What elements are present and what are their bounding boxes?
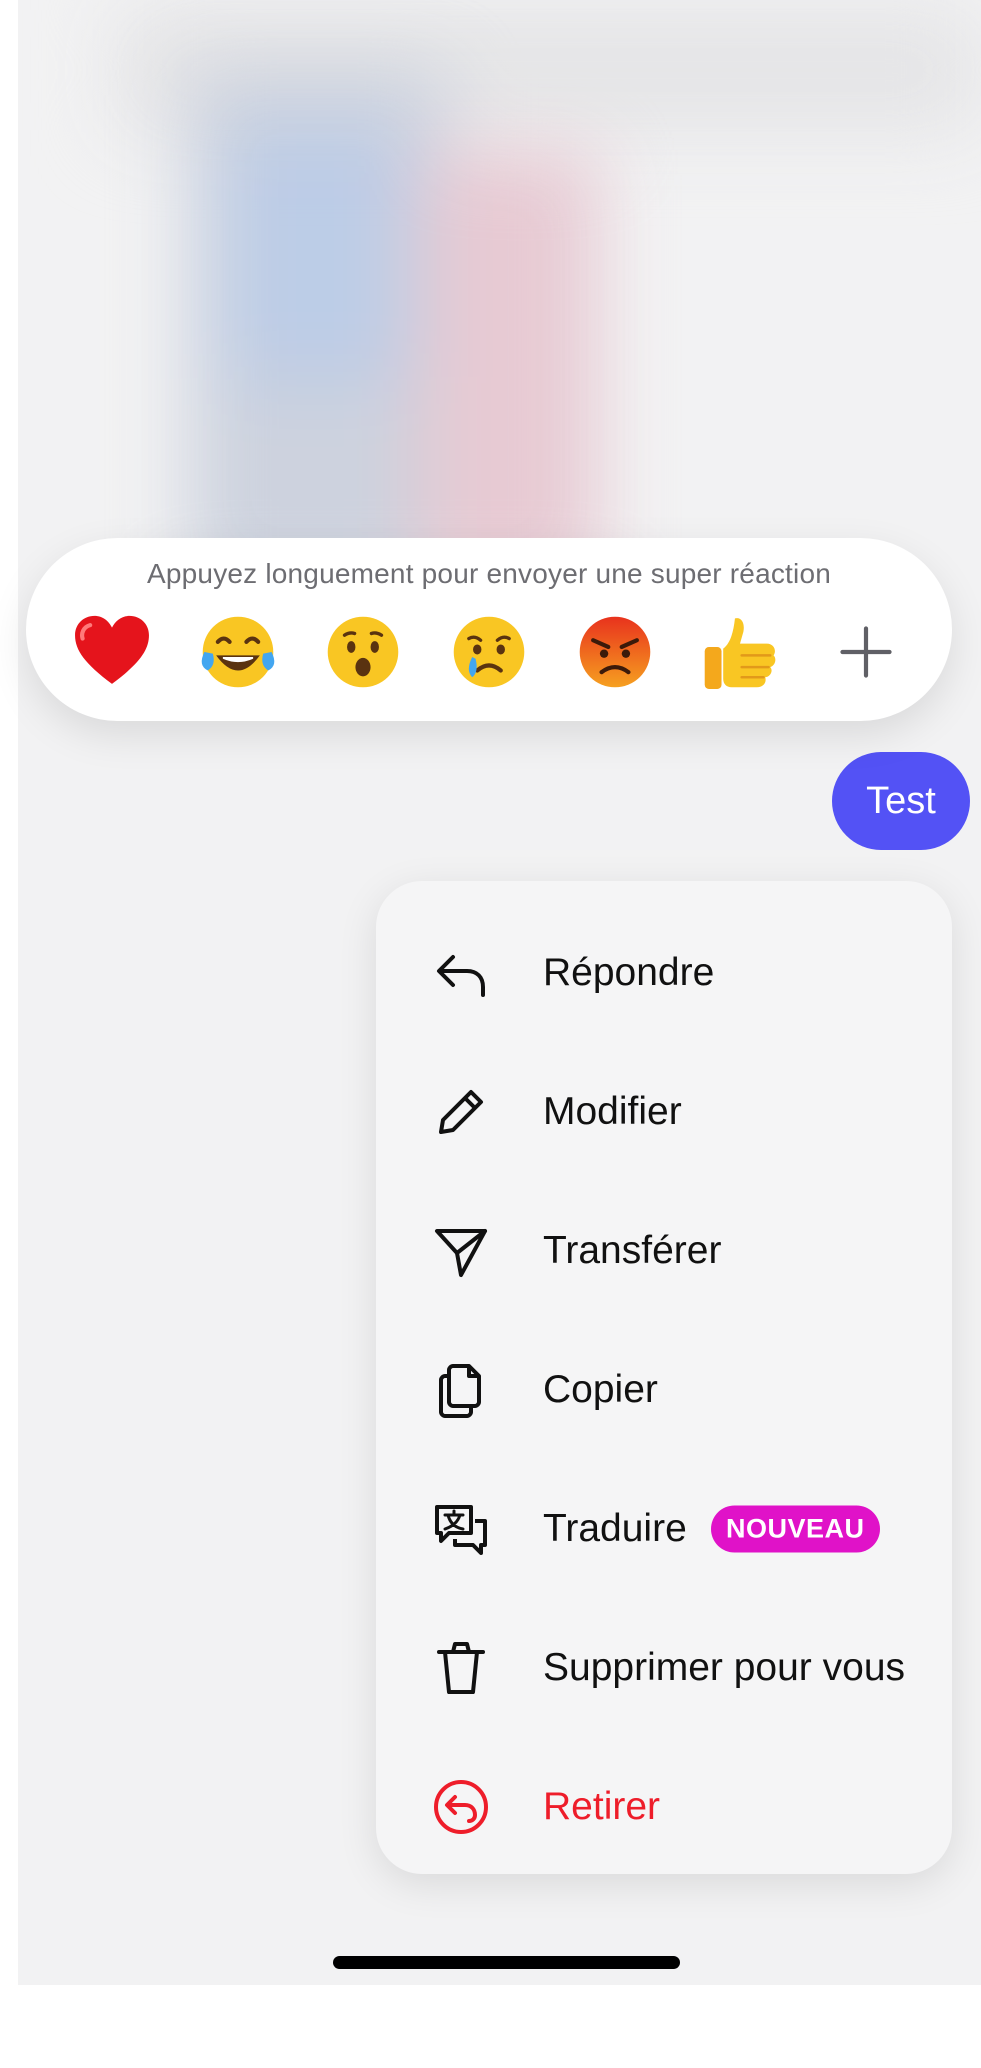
menu-item-label: Retirer (543, 1784, 661, 1828)
menu-item-label: Répondre (543, 950, 715, 994)
message-text: Test (866, 779, 936, 822)
home-indicator (333, 1956, 680, 1969)
crying-face-icon[interactable] (443, 606, 535, 698)
menu-item-delete-for-you[interactable]: Supprimer pour vous (376, 1598, 952, 1737)
translate-icon (431, 1499, 491, 1559)
send-icon (431, 1221, 491, 1281)
pencil-icon (431, 1082, 491, 1142)
menu-item-edit[interactable]: Modifier (376, 1042, 952, 1181)
reply-icon (431, 943, 491, 1003)
message-bubble[interactable]: Test (832, 752, 970, 850)
menu-item-forward[interactable]: Transférer (376, 1181, 952, 1320)
message-action-menu: Répondre Modifier Transférer Copier Trad… (376, 881, 952, 1874)
copy-icon (431, 1360, 491, 1420)
tears-of-joy-icon[interactable] (192, 606, 284, 698)
unsend-icon (431, 1777, 491, 1837)
reaction-bar: Appuyez longuement pour envoyer une supe… (26, 538, 952, 721)
menu-item-translate[interactable]: Traduire NOUVEAU (376, 1459, 952, 1598)
new-badge: NOUVEAU (711, 1505, 880, 1552)
menu-item-label: Supprimer pour vous (543, 1645, 906, 1689)
menu-item-copy[interactable]: Copier (376, 1320, 952, 1459)
menu-item-label: Traduire (543, 1506, 687, 1550)
red-heart-icon[interactable] (66, 606, 158, 698)
menu-item-label: Copier (543, 1367, 658, 1411)
trash-icon (431, 1638, 491, 1698)
menu-item-label: Modifier (543, 1089, 682, 1133)
blurred-photo-message (188, 70, 608, 590)
reaction-hint: Appuyez longuement pour envoyer une supe… (147, 558, 831, 589)
thumbs-up-icon[interactable] (694, 606, 786, 698)
surprised-face-icon[interactable] (317, 606, 409, 698)
menu-item-unsend[interactable]: Retirer (376, 1737, 952, 1876)
menu-item-reply[interactable]: Répondre (376, 903, 952, 1042)
emoji-row (66, 602, 912, 702)
plus-icon[interactable] (820, 606, 912, 698)
angry-face-icon[interactable] (569, 606, 661, 698)
menu-item-label: Transférer (543, 1228, 722, 1272)
